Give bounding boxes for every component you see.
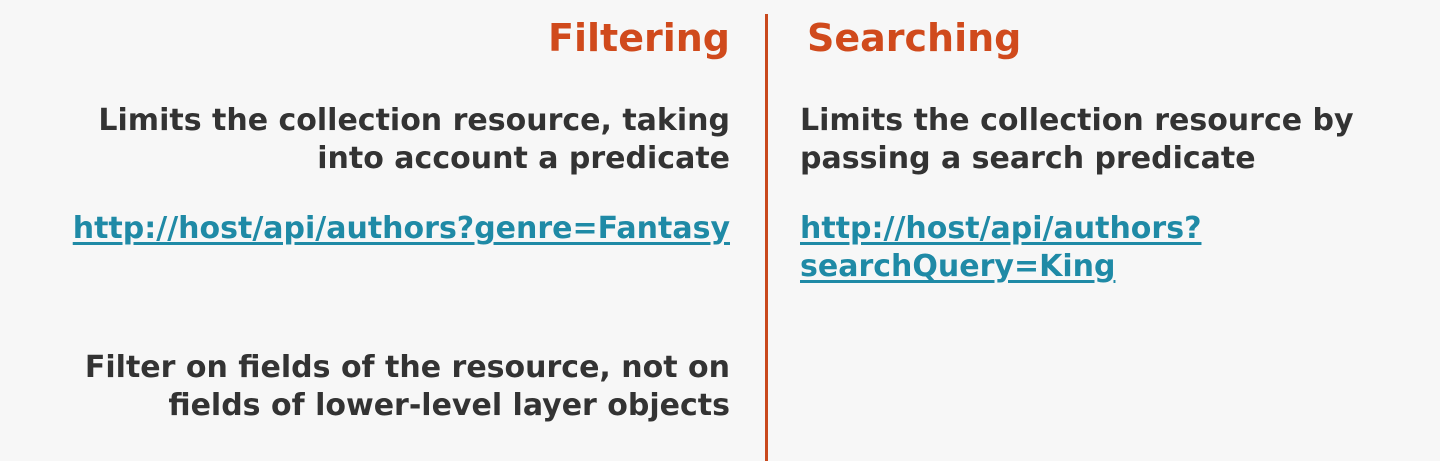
searching-description-line-1: Limits the collection resource by bbox=[800, 103, 1354, 138]
filtering-note: Filter on fields of the resource, not on… bbox=[85, 349, 730, 425]
searching-description: Limits the collection resource by passin… bbox=[800, 102, 1354, 178]
searching-description-line-2: passing a search predicate bbox=[800, 141, 1256, 176]
searching-example-url[interactable]: http://host/api/authors? searchQuery=Kin… bbox=[800, 210, 1201, 286]
filtering-description-line-1: Limits the collection resource, taking bbox=[98, 103, 730, 138]
filtering-description: Limits the collection resource, taking i… bbox=[98, 102, 730, 178]
searching-example-url-line-2: searchQuery=King bbox=[800, 249, 1116, 284]
filtering-heading: Filtering bbox=[548, 16, 730, 60]
searching-heading: Searching bbox=[807, 16, 1022, 60]
column-divider bbox=[765, 14, 768, 461]
filtering-note-line-1: Filter on fields of the resource, not on bbox=[84, 350, 730, 385]
filtering-note-line-2: fields of lower-level layer objects bbox=[168, 388, 730, 423]
filtering-example-url[interactable]: http://host/api/authors?genre=Fantasy bbox=[73, 210, 730, 248]
searching-example-url-line-1: http://host/api/authors? bbox=[800, 211, 1202, 246]
slide: Filtering Limits the collection resource… bbox=[0, 0, 1440, 461]
filtering-description-line-2: into account a predicate bbox=[317, 141, 730, 176]
